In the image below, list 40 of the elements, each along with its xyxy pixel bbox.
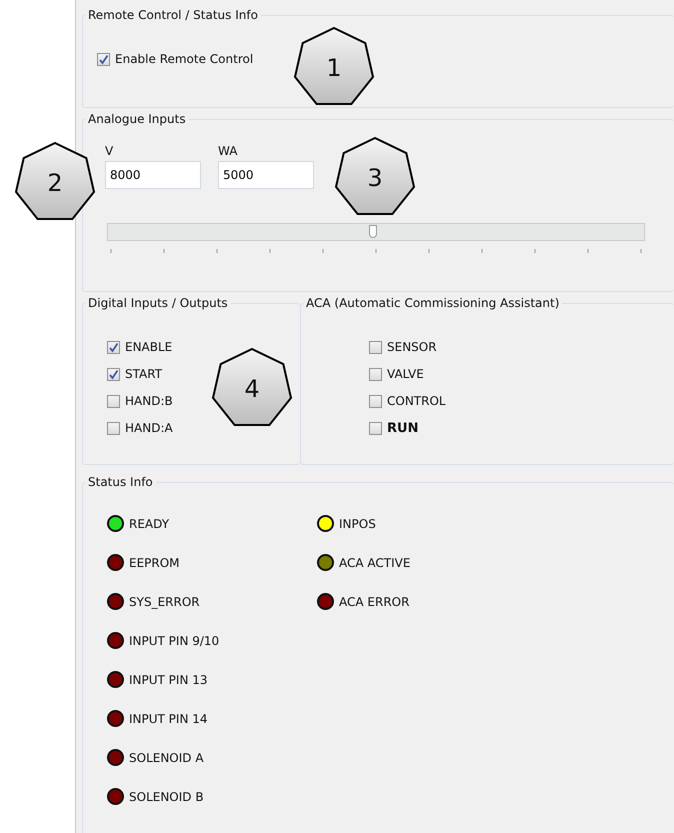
- checkbox-label: Enable Remote Control: [115, 52, 254, 66]
- slider-thumb[interactable]: [369, 225, 377, 238]
- input-field[interactable]: 8000: [105, 161, 201, 189]
- checkbox-label: CONTROL: [387, 394, 446, 408]
- status-label: INPUT PIN 9/10: [129, 634, 220, 648]
- status-label: INPUT PIN 14: [129, 712, 208, 726]
- input-field[interactable]: 5000: [218, 161, 314, 189]
- status-label: EEPROM: [129, 556, 180, 570]
- checkbox-label: START: [125, 367, 162, 381]
- checkbox[interactable]: [107, 340, 120, 354]
- checkbox-label: HAND:A: [125, 421, 173, 435]
- group-title: ACA (Automatic Commissioning Assistant): [305, 296, 560, 310]
- field-label: V: [105, 144, 114, 158]
- slider[interactable]: [107, 223, 645, 241]
- status-label: INPOS: [339, 516, 376, 530]
- status-label: SYS_ERROR: [129, 594, 200, 608]
- status-label: INPUT PIN 13: [129, 672, 208, 686]
- checkbox[interactable]: [107, 422, 120, 434]
- status-label: ACA ERROR: [339, 594, 410, 608]
- group-title: Digital Inputs / Outputs: [87, 296, 229, 310]
- checkbox[interactable]: [107, 368, 120, 380]
- checkbox-label: SENSOR: [387, 340, 437, 354]
- checkbox[interactable]: [369, 340, 382, 354]
- checkbox-label: RUN: [387, 421, 418, 436]
- status-label: SOLENOID A: [129, 750, 204, 764]
- status-label: READY: [129, 516, 170, 530]
- status-label: SOLENOID B: [129, 790, 204, 804]
- status-label: ACA ACTIVE: [339, 556, 410, 570]
- group-title: Analogue Inputs: [87, 112, 187, 126]
- field-label: WA: [218, 144, 238, 158]
- checkbox[interactable]: [107, 394, 120, 408]
- checkbox-label: HAND:B: [125, 394, 173, 408]
- checkbox-label: VALVE: [387, 367, 424, 381]
- checkbox[interactable]: [97, 52, 110, 66]
- checkbox[interactable]: [369, 422, 382, 435]
- checkbox[interactable]: [369, 368, 382, 380]
- group-title: Status Info: [87, 475, 154, 489]
- checkbox[interactable]: [369, 394, 382, 408]
- checkbox-label: ENABLE: [125, 340, 172, 354]
- group-title: Remote Control / Status Info: [87, 8, 259, 22]
